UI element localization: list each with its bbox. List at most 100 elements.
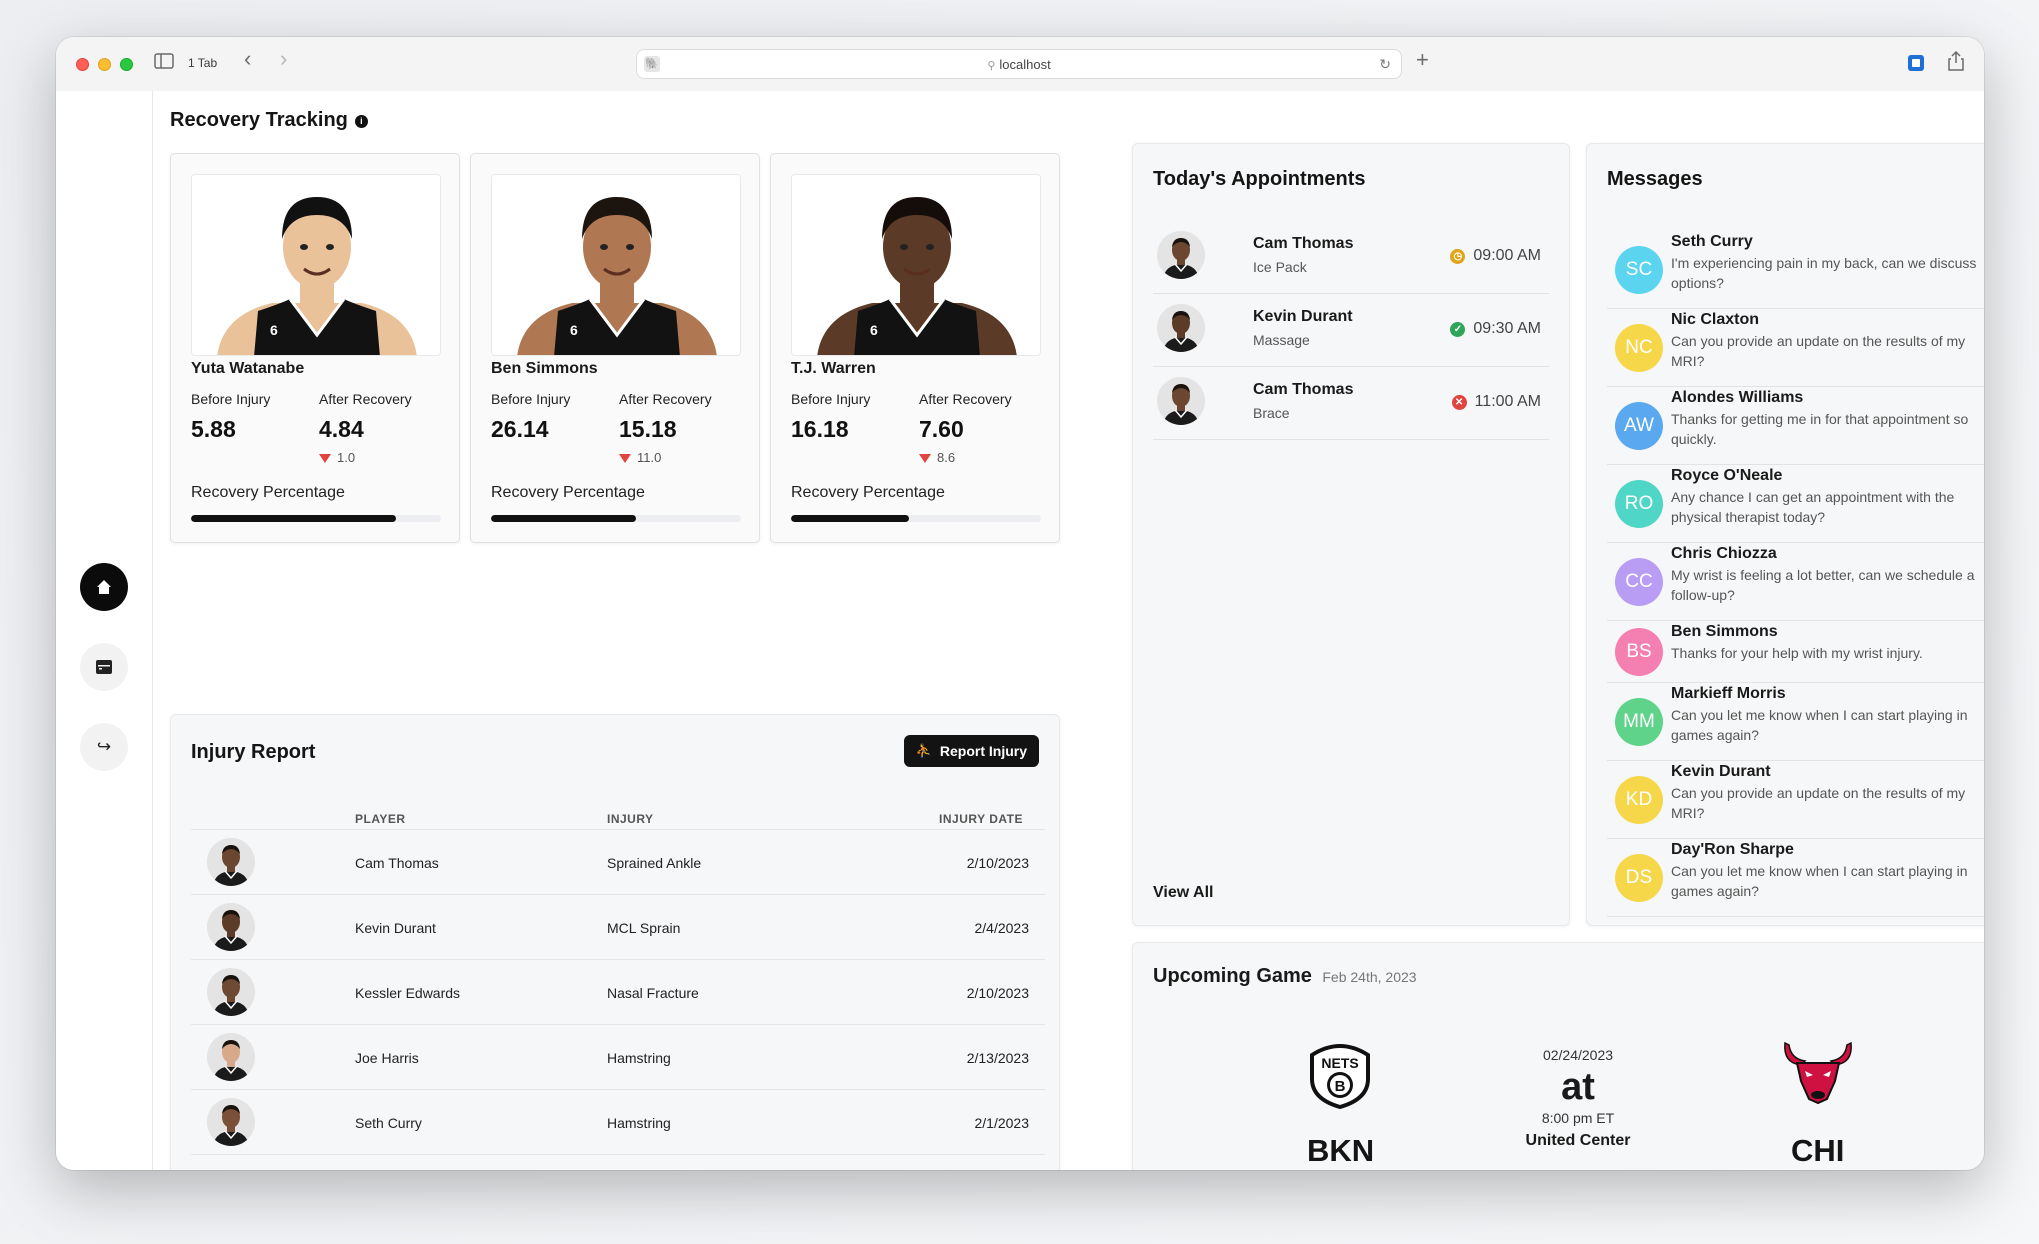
- recovery-progress-fill: [491, 515, 636, 522]
- zoom-window-button[interactable]: [120, 58, 133, 71]
- column-header-player[interactable]: PLAYER: [355, 812, 406, 826]
- table-row[interactable]: Kessler Edwards Nasal Fracture 2/10/2023: [191, 959, 1045, 1024]
- message-item[interactable]: BS Ben Simmons Thanks for your help with…: [1607, 621, 1984, 683]
- player-name: T.J. Warren: [791, 360, 876, 377]
- appointment-type: Massage: [1253, 332, 1310, 348]
- nav-home-button[interactable]: [80, 563, 128, 611]
- player-recovery-card[interactable]: 6 Yuta Watanabe Before Injury After Reco…: [170, 153, 460, 543]
- message-sender: Nic Claxton: [1671, 311, 1760, 328]
- nav-calendar-button[interactable]: [80, 643, 128, 691]
- recovery-progress-fill: [191, 515, 396, 522]
- message-sender: Chris Chiozza: [1671, 545, 1777, 562]
- nav-logout-button[interactable]: ↪: [80, 723, 128, 771]
- nets-logo-letter: B: [1335, 1078, 1346, 1095]
- message-avatar: NC: [1615, 324, 1663, 372]
- injury-report-title: Injury Report: [191, 741, 316, 763]
- delta-value: 11.0: [619, 450, 661, 465]
- message-item[interactable]: RO Royce O'Neale Any chance I can get an…: [1607, 465, 1984, 543]
- message-sender: Kevin Durant: [1671, 763, 1771, 780]
- table-row[interactable]: Kevin Durant MCL Sprain 2/4/2023: [191, 894, 1045, 959]
- report-injury-button[interactable]: ⛹ Report Injury: [903, 735, 1039, 767]
- recovery-percentage-label: Recovery Percentage: [791, 484, 945, 501]
- recovery-tracking-title: Recovery Tracking i: [170, 109, 368, 132]
- upcoming-game-card: Upcoming Game Feb 24th, 2023 NETS B BKN: [1132, 942, 1984, 1170]
- message-preview: Can you provide an update on the results…: [1671, 333, 1966, 369]
- down-triangle-icon: [919, 454, 931, 463]
- player-cell: Cam Thomas: [355, 855, 439, 871]
- message-sender: Day'Ron Sharpe: [1671, 841, 1794, 858]
- player-recovery-card[interactable]: 6 T.J. Warren Before Injury After Recove…: [770, 153, 1060, 543]
- appointment-type: Brace: [1253, 405, 1290, 421]
- minimize-window-button[interactable]: [98, 58, 111, 71]
- player-avatar: [207, 1098, 255, 1146]
- delta-value: 1.0: [319, 450, 355, 465]
- date-cell: 2/13/2023: [966, 1050, 1029, 1066]
- message-item[interactable]: SC Seth Curry I'm experiencing pain in m…: [1607, 231, 1984, 309]
- lock-icon: ⚲: [987, 60, 996, 72]
- table-row[interactable]: Joe Harris Hamstring 2/13/2023: [191, 1024, 1045, 1089]
- column-header-date[interactable]: INJURY DATE: [939, 812, 1023, 826]
- appointment-time: 09:30 AM: [1473, 320, 1541, 337]
- forward-arrow-icon[interactable]: ›: [280, 48, 287, 70]
- recovery-progress-fill: [791, 515, 909, 522]
- message-item[interactable]: MM Markieff Morris Can you let me know w…: [1607, 683, 1984, 761]
- calendar-icon: [96, 660, 112, 674]
- player-name: Ben Simmons: [491, 360, 598, 377]
- appointment-item[interactable]: Cam Thomas Brace ✕ 11:00 AM: [1153, 367, 1549, 440]
- player-photo: 6: [791, 174, 1041, 356]
- message-item[interactable]: CC Chris Chiozza My wrist is feeling a l…: [1607, 543, 1984, 621]
- message-preview: Thanks for your help with my wrist injur…: [1671, 645, 1923, 661]
- home-team-abbr: BKN: [1307, 1133, 1375, 1168]
- before-injury-label: Before Injury: [491, 391, 571, 407]
- back-arrow-icon[interactable]: ‹: [244, 48, 251, 70]
- appointment-item[interactable]: Cam Thomas Ice Pack ◷ 09:00 AM: [1153, 221, 1549, 294]
- report-injury-label: Report Injury: [939, 743, 1027, 759]
- game-date: 02/24/2023: [1542, 1047, 1614, 1063]
- message-preview: I'm experiencing pain in my back, can we…: [1671, 255, 1977, 291]
- appointment-time-block: ◷ 09:00 AM: [1450, 247, 1541, 265]
- tab-count[interactable]: 1 Tab: [188, 56, 217, 70]
- new-tab-icon[interactable]: +: [1416, 49, 1429, 71]
- game-venue: United Center: [1525, 1132, 1631, 1149]
- address-bar[interactable]: 🐘 ⚲ localhost ↻: [636, 49, 1402, 79]
- dashboard-content: Recovery Tracking i 6 Yuta Watanabe Befor…: [153, 91, 1984, 1170]
- message-item[interactable]: KD Kevin Durant Can you provide an updat…: [1607, 761, 1984, 839]
- table-row[interactable]: Seth Curry Hamstring 2/1/2023: [191, 1089, 1045, 1154]
- sidebar-toggle-icon[interactable]: [154, 53, 174, 73]
- url-text[interactable]: ⚲ localhost: [637, 57, 1401, 72]
- share-icon[interactable]: [1948, 50, 1964, 75]
- message-sender: Markieff Morris: [1671, 685, 1786, 702]
- player-photo: 6: [491, 174, 741, 356]
- info-icon[interactable]: i: [354, 115, 368, 128]
- date-cell: 2/4/2023: [974, 920, 1030, 936]
- extension-icon[interactable]: [1907, 54, 1925, 76]
- table-bottom-divider: [191, 1154, 1045, 1155]
- message-avatar: RO: [1615, 480, 1663, 528]
- appointment-name: Cam Thomas: [1253, 235, 1354, 252]
- close-window-button[interactable]: [76, 58, 89, 71]
- date-cell: 2/10/2023: [966, 985, 1029, 1001]
- after-recovery-label: After Recovery: [619, 391, 712, 407]
- view-all-link[interactable]: View All: [1153, 884, 1213, 902]
- before-injury-label: Before Injury: [791, 391, 871, 407]
- bulls-logo: [1781, 1039, 1855, 1107]
- message-sender: Ben Simmons: [1671, 623, 1778, 640]
- appointment-name: Cam Thomas: [1253, 381, 1354, 398]
- message-item[interactable]: AW Alondes Williams Thanks for getting m…: [1607, 387, 1984, 465]
- appointment-item[interactable]: Kevin Durant Massage ✓ 09:30 AM: [1153, 294, 1549, 367]
- message-sender: Seth Curry: [1671, 233, 1753, 250]
- player-photo: 6: [191, 174, 441, 356]
- message-preview: Can you let me know when I can start pla…: [1671, 707, 1968, 743]
- game-at-label: at: [1561, 1066, 1595, 1108]
- injury-report-card: Injury Report ⛹ Report Injury PLAYER INJ…: [170, 714, 1060, 1170]
- messages-title: Messages: [1607, 168, 1703, 190]
- message-item[interactable]: DS Day'Ron Sharpe Can you let me know wh…: [1607, 839, 1984, 917]
- player-name: Yuta Watanabe: [191, 360, 305, 377]
- table-row[interactable]: Cam Thomas Sprained Ankle 2/10/2023: [191, 829, 1045, 894]
- before-injury-label: Before Injury: [191, 391, 271, 407]
- player-recovery-card[interactable]: 6 Ben Simmons Before Injury After Recove…: [470, 153, 760, 543]
- messages-card: Messages SC Seth Curry I'm experiencing …: [1586, 143, 1984, 926]
- column-header-injury[interactable]: INJURY: [607, 812, 654, 826]
- reload-icon[interactable]: ↻: [1379, 56, 1391, 73]
- message-item[interactable]: NC Nic Claxton Can you provide an update…: [1607, 309, 1984, 387]
